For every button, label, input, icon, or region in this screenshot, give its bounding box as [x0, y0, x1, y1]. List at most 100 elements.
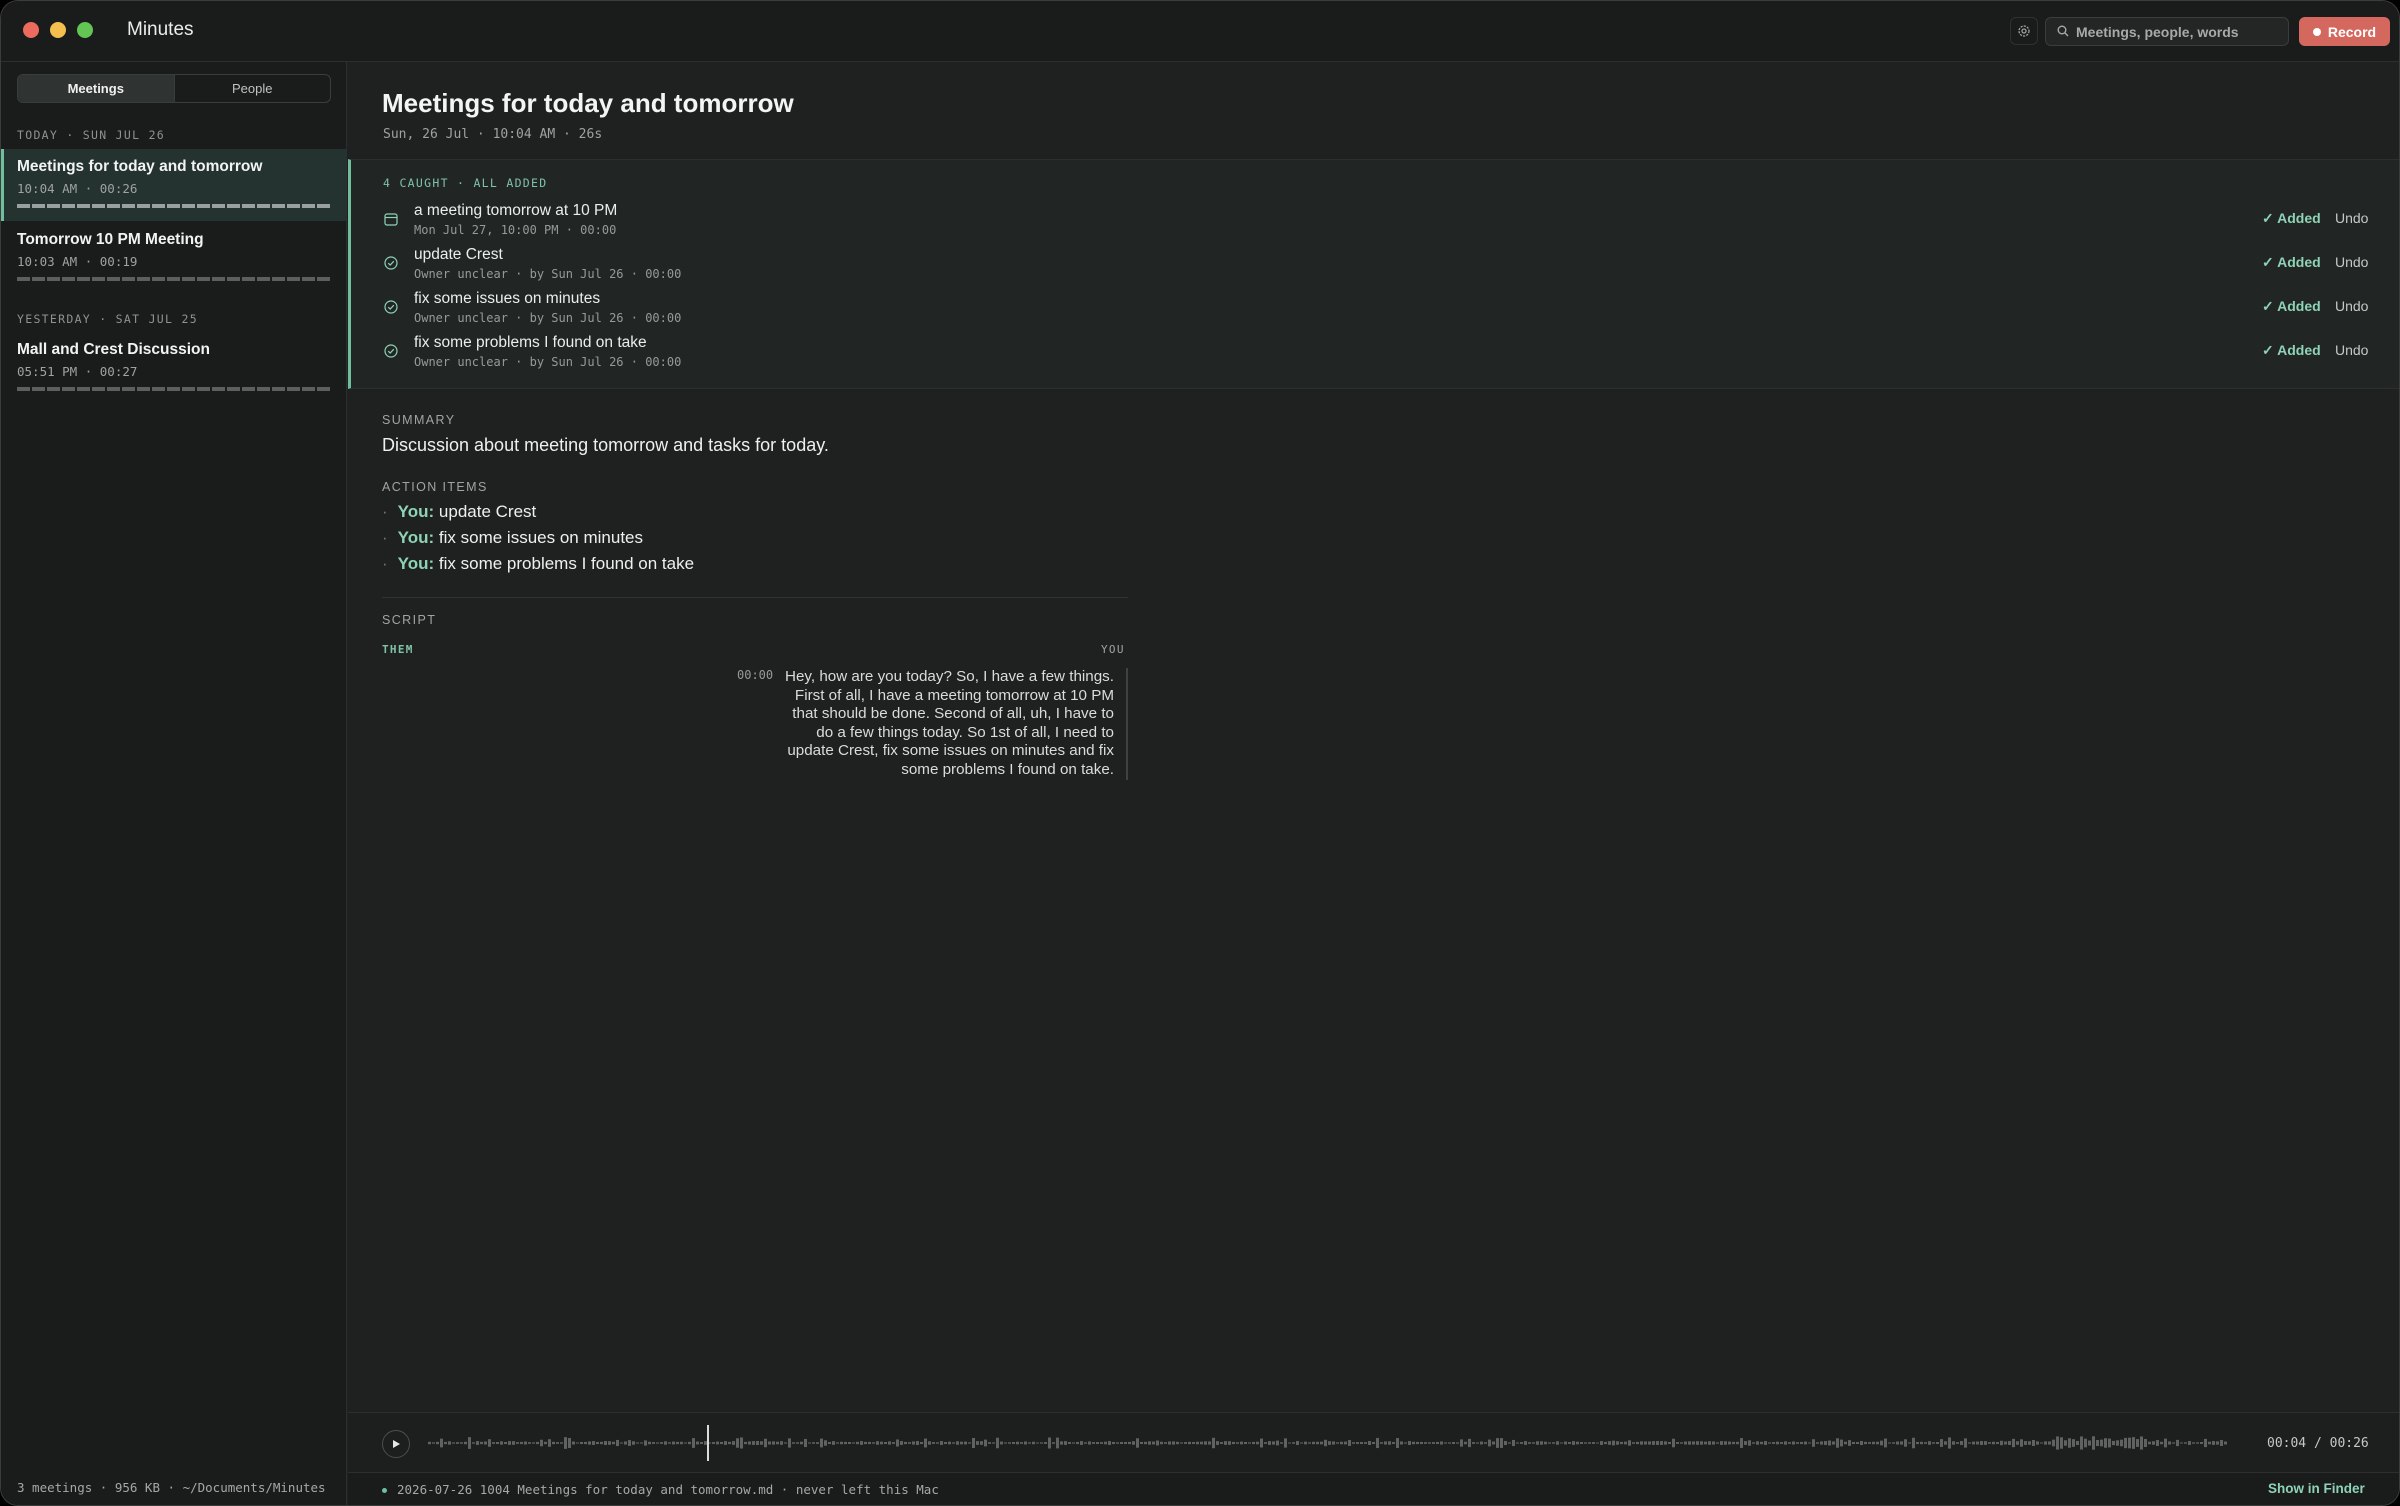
waveform-bar: [796, 1442, 799, 1444]
close-window-button[interactable]: [23, 22, 39, 38]
playhead[interactable]: [707, 1425, 709, 1461]
waveform-bar: [948, 1441, 951, 1445]
show-in-finder-button[interactable]: Show in Finder: [2268, 1481, 2365, 1496]
waveform-bar: [1304, 1441, 1307, 1445]
waveform-bar: [448, 1441, 451, 1445]
meeting-list-item[interactable]: Mall and Crest Discussion 05:51 PM · 00:…: [1, 332, 346, 404]
waveform-bar: [2028, 1441, 2031, 1445]
meeting-list-item[interactable]: Tomorrow 10 PM Meeting 10:03 AM · 00:19: [1, 222, 346, 294]
waveform-bar: [1900, 1441, 1903, 1445]
waveform-bar: [2164, 1438, 2167, 1448]
waveform-bar: [1764, 1441, 1767, 1445]
waveform-bar: [1036, 1442, 1039, 1444]
waveform-bar: [804, 1438, 807, 1448]
waveform-bar: [1844, 1441, 1847, 1445]
waveform-bar: [2224, 1441, 2227, 1445]
waveform-bar: [2004, 1441, 2007, 1445]
undo-button[interactable]: Undo: [2335, 298, 2368, 314]
tab-meetings[interactable]: Meetings: [18, 75, 175, 102]
waveform-bar: [1216, 1441, 1219, 1445]
waveform-bar: [624, 1441, 627, 1445]
waveform-bar: [940, 1441, 943, 1445]
audio-player: 00:04 / 00:26: [348, 1412, 2399, 1472]
tab-people[interactable]: People: [175, 75, 331, 102]
waveform-bar: [1740, 1438, 1743, 1448]
caught-item-meta: Owner unclear · by Sun Jul 26 · 00:00: [414, 311, 682, 325]
playback-time: 00:04 / 00:26: [2267, 1436, 2369, 1451]
audio-waveform[interactable]: [428, 1421, 2228, 1465]
search-input[interactable]: [2076, 20, 2281, 43]
waveform-bar: [1508, 1442, 1511, 1444]
record-button[interactable]: Record: [2299, 17, 2390, 46]
waveform-bar: [1064, 1441, 1067, 1445]
minimize-window-button[interactable]: [50, 22, 66, 38]
waveform-bar: [2012, 1438, 2015, 1448]
record-dot-icon: [2312, 27, 2321, 36]
action-item: · You: fix some problems I found on take: [382, 554, 694, 574]
waveform-bar: [900, 1441, 903, 1445]
waveform-bar: [1584, 1442, 1587, 1444]
waveform-bar: [1368, 1440, 1371, 1446]
waveform-bar: [756, 1441, 759, 1445]
waveform-bar: [1548, 1442, 1551, 1444]
waveform-bar: [2020, 1439, 2023, 1447]
waveform-bar: [648, 1441, 651, 1445]
waveform-bar: [2184, 1442, 2187, 1444]
zoom-window-button[interactable]: [77, 22, 93, 38]
waveform-bar: [1316, 1441, 1319, 1445]
waveform-bar: [1336, 1442, 1339, 1444]
waveform-bar: [1040, 1442, 1043, 1444]
waveform-bar: [760, 1441, 763, 1445]
undo-button[interactable]: Undo: [2335, 254, 2368, 270]
waveform-bar: [476, 1441, 479, 1445]
waveform-bar: [724, 1441, 727, 1445]
settings-button[interactable]: [2010, 17, 2038, 45]
waveform-bar: [1140, 1441, 1143, 1445]
transcript-timestamp[interactable]: 00:00: [737, 668, 773, 682]
waveform-bar: [2172, 1442, 2175, 1444]
waveform-bar: [704, 1441, 707, 1445]
waveform-bar: [536, 1441, 539, 1445]
action-item: · You: fix some issues on minutes: [382, 528, 643, 548]
waveform-bar: [1416, 1441, 1419, 1445]
undo-button[interactable]: Undo: [2335, 342, 2368, 358]
them-column-label: THEM: [382, 643, 414, 656]
waveform-bar: [1644, 1441, 1647, 1445]
waveform-bar: [916, 1441, 919, 1445]
status-bar: 2026-07-26 1004 Meetings for today and t…: [348, 1472, 2399, 1505]
waveform-bar: [1768, 1442, 1771, 1444]
waveform-bar: [1148, 1441, 1151, 1445]
waveform-bar: [1072, 1442, 1075, 1444]
search-field[interactable]: [2045, 17, 2289, 46]
waveform-bar: [2208, 1441, 2211, 1445]
waveform-bar: [688, 1441, 691, 1445]
waveform-bar: [1784, 1441, 1787, 1445]
waveform-bar: [1260, 1438, 1263, 1448]
waveform-bar: [1744, 1441, 1747, 1445]
meeting-list-item[interactable]: Meetings for today and tomorrow 10:04 AM…: [1, 149, 346, 221]
play-icon: [393, 1440, 400, 1448]
action-item: · You: update Crest: [382, 502, 536, 522]
waveform-bar: [1340, 1441, 1343, 1445]
waveform-bar: [608, 1441, 611, 1445]
waveform-bar: [1400, 1441, 1403, 1445]
waveform-bar: [2076, 1440, 2079, 1446]
waveform-bar: [1468, 1438, 1471, 1448]
waveform-bar: [1688, 1441, 1691, 1445]
waveform-bar: [1980, 1441, 1983, 1445]
waveform-bar: [2048, 1441, 2051, 1445]
waveform-bar: [700, 1441, 703, 1445]
play-button[interactable]: [382, 1430, 410, 1458]
waveform-bar: [1884, 1438, 1887, 1448]
waveform-bar: [852, 1442, 855, 1444]
undo-button[interactable]: Undo: [2335, 210, 2368, 226]
waveform-bar: [1816, 1442, 1819, 1444]
waveform-bar: [2108, 1438, 2111, 1448]
waveform-bar: [1552, 1442, 1555, 1444]
waveform-bar: [752, 1441, 755, 1445]
waveform-bar: [2072, 1439, 2075, 1447]
waveform-bar: [1280, 1442, 1283, 1444]
waveform-bar: [1016, 1441, 1019, 1445]
waveform-bar: [856, 1441, 859, 1445]
waveform-bar: [1964, 1438, 1967, 1448]
